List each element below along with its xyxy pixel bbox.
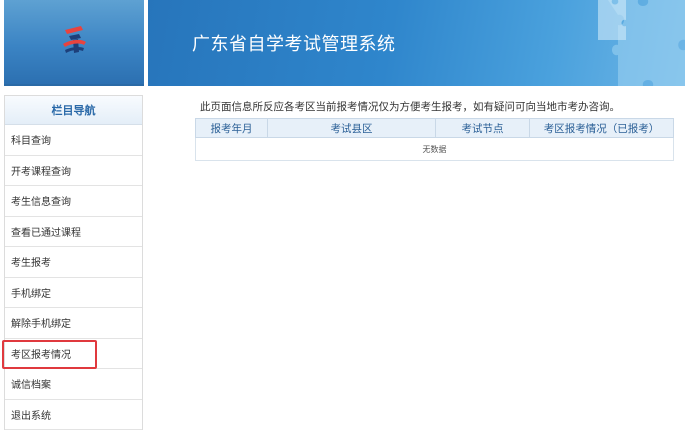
page-title: 广东省自学考试管理系统 [192,34,396,55]
page: 广东省自学考试管理系统 栏目导航 科目查询 开考课程查询 考生信息查询 查看已通… [0,0,685,430]
sidebar-item-bind-phone[interactable]: 手机绑定 [5,278,142,308]
column-header-exam-node: 考试节点 [435,118,530,138]
notice-text: 此页面信息所反应各考区当前报考情况仅为方便考生报考，如有疑问可向当地市考办咨询。 [200,101,620,113]
sidebar-item-integrity-record[interactable]: 诚信档案 [5,369,142,400]
sidebar-item-subject-query[interactable]: 科目查询 [5,125,142,156]
exam-logo-icon [63,26,86,53]
sidebar-nav: 栏目导航 科目查询 开考课程查询 考生信息查询 查看已通过课程 考生报考 手机绑… [4,95,143,430]
empty-message: 无数据 [195,137,674,161]
table-header-row: 报考年月 考试县区 考试节点 考区报考情况（已报考） [195,118,674,138]
sidebar-item-student-info[interactable]: 考生信息查询 [5,186,142,217]
sidebar-item-unbind-phone[interactable]: 解除手机绑定 [5,308,142,339]
column-header-registration-status: 考区报考情况（已报考） [529,118,674,138]
sidebar-item-logout[interactable]: 退出系统 [5,400,142,430]
sidebar-item-register-exam[interactable]: 考生报考 [5,247,142,278]
header-banner: 广东省自学考试管理系统 [148,0,685,86]
column-header-exam-district: 考试县区 [267,118,436,138]
sidebar-item-course-query[interactable]: 开考课程查询 [5,156,142,186]
table-row: 无数据 [195,137,674,161]
sidebar-item-passed-courses[interactable]: 查看已通过课程 [5,217,142,247]
logo-panel [4,0,144,86]
sidebar-title: 栏目导航 [5,96,142,125]
puzzle-icon [598,0,685,86]
sidebar-item-district-registration[interactable]: 考区报考情况 [5,339,142,369]
registration-table: 报考年月 考试县区 考试节点 考区报考情况（已报考） 无数据 [195,118,674,161]
column-header-exam-month: 报考年月 [195,118,268,138]
